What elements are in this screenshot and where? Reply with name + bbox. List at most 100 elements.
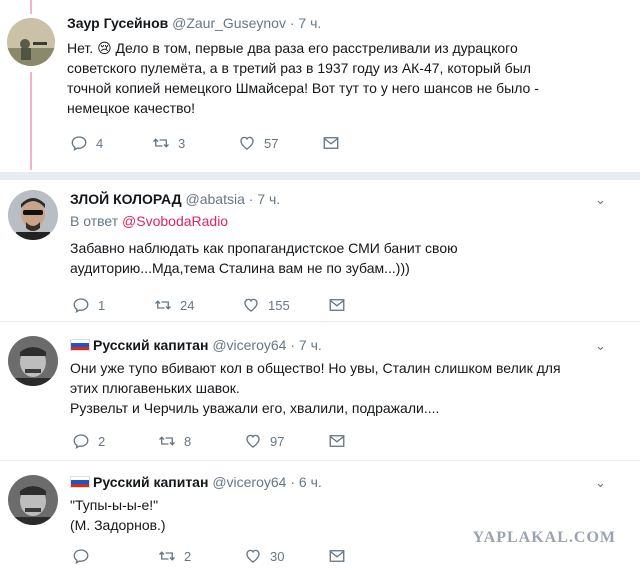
heart-icon <box>240 136 254 150</box>
retweet-button[interactable]: 8 <box>158 432 191 450</box>
conversation-separator <box>0 172 640 180</box>
tweet-text-line: советского пулемёта, а в третий раз в 19… <box>67 60 531 76</box>
retweet-button[interactable]: 2 <box>158 547 191 565</box>
like-button[interactable]: 30 <box>244 547 284 565</box>
retweet-icon <box>159 436 175 446</box>
reply-button[interactable]: 2 <box>72 432 105 450</box>
retweet-count: 2 <box>184 548 192 564</box>
chevron-down-icon[interactable]: ⌄ <box>595 338 606 354</box>
tweet-text-line: Нет. 😢 Дело в том, первые два раза его р… <box>67 40 518 56</box>
reply-button[interactable]: 1 <box>72 296 105 314</box>
tweet-header: Русский капитан @viceroy64 · 7 ч. <box>70 336 322 354</box>
like-count: 57 <box>264 135 279 151</box>
like-count: 97 <box>270 433 285 449</box>
direct-message-button[interactable] <box>322 134 348 152</box>
tweet-3[interactable]: Русский капитан @viceroy64 · 7 ч. ⌄ Они … <box>0 322 640 460</box>
timestamp[interactable]: 6 ч. <box>299 474 322 490</box>
tweet-text-line: аудиторию...Мда,тема Сталина вам не по з… <box>70 260 410 276</box>
author-name[interactable]: ЗЛОЙ КОЛОРАД <box>70 191 182 207</box>
reply-context: В ответ @SvobodaRadio <box>70 212 228 230</box>
russian-flag-icon <box>70 476 90 488</box>
tweet-text-line: этих плюгавеньких шавок. <box>70 380 240 396</box>
heart-icon <box>246 434 260 448</box>
tweet-text-line: Забавно наблюдать как пропагандистское С… <box>70 240 458 256</box>
reply-mention-link[interactable]: @SvobodaRadio <box>122 213 228 229</box>
author-name[interactable]: Русский капитан <box>93 337 208 353</box>
chevron-down-icon[interactable]: ⌄ <box>595 192 606 208</box>
envelope-icon <box>329 550 345 562</box>
envelope-icon <box>329 435 345 447</box>
reply-icon <box>71 136 87 152</box>
direct-message-button[interactable] <box>328 296 354 314</box>
reply-button[interactable]: 4 <box>70 134 103 152</box>
chevron-down-icon[interactable]: ⌄ <box>595 475 606 491</box>
reply-prefix: В ответ <box>70 213 119 229</box>
tweet-text-line: точной копией немецкого Шмайсера! Вот ту… <box>67 80 539 96</box>
retweet-count: 3 <box>178 135 186 151</box>
tweet-text-line: Рузвельт и Черчиль уважали его, хвалили,… <box>70 400 440 416</box>
timestamp[interactable]: 7 ч. <box>299 337 322 353</box>
reply-count: 2 <box>98 433 106 449</box>
retweet-icon <box>159 551 175 561</box>
action-bar: 4 3 57 <box>70 134 370 154</box>
avatar-photo <box>8 190 58 240</box>
russian-flag-icon <box>70 339 90 351</box>
tweet-text: Они уже тупо вбивают кол в общество! Но … <box>70 358 561 418</box>
tweet-header: ЗЛОЙ КОЛОРАД @abatsia · 7 ч. <box>70 190 280 208</box>
author-handle[interactable]: @viceroy64 <box>212 474 286 490</box>
action-bar: 2 8 97 <box>72 432 372 452</box>
author-handle[interactable]: @viceroy64 <box>212 337 286 353</box>
like-count: 155 <box>268 297 290 313</box>
reply-button[interactable] <box>72 547 98 565</box>
heart-icon <box>244 298 258 312</box>
tweet-header: Русский капитан @viceroy64 · 6 ч. <box>70 473 322 491</box>
like-button[interactable]: 155 <box>242 296 290 314</box>
tweet-2[interactable]: ЗЛОЙ КОЛОРАД @abatsia · 7 ч. ⌄ В ответ @… <box>0 180 640 320</box>
avatar[interactable] <box>8 475 58 525</box>
direct-message-button[interactable] <box>328 547 354 565</box>
retweet-button[interactable]: 3 <box>152 134 185 152</box>
tweet-text-line: (М. Задорнов.) <box>70 517 166 533</box>
direct-message-button[interactable] <box>328 432 354 450</box>
separator-dot: · <box>248 191 254 207</box>
like-button[interactable]: 57 <box>238 134 278 152</box>
envelope-icon <box>323 137 339 149</box>
reply-count: 4 <box>96 135 104 151</box>
thread-line <box>30 0 32 14</box>
tweet-text: Нет. 😢 Дело в том, первые два раза его р… <box>67 38 539 118</box>
like-count: 30 <box>270 548 285 564</box>
avatar-photo <box>7 18 55 66</box>
retweet-icon <box>153 138 169 148</box>
author-name[interactable]: Заур Гусейнов <box>67 15 168 31</box>
avatar-photo <box>8 475 58 525</box>
action-bar: 2 30 <box>72 547 372 567</box>
timestamp[interactable]: 7 ч. <box>298 15 321 31</box>
tweet-text-line: Они уже тупо вбивают кол в общество! Но … <box>70 360 561 376</box>
author-handle[interactable]: @abatsia <box>186 191 245 207</box>
separator-dot: · <box>290 337 296 353</box>
retweet-count: 8 <box>184 433 192 449</box>
tweet-text-line: немецкое качество! <box>67 100 196 116</box>
avatar-photo <box>8 336 58 386</box>
tweet-1[interactable]: Заур Гусейнов @Zaur_Guseynov · 7 ч. Нет.… <box>0 0 640 170</box>
envelope-icon <box>329 299 345 311</box>
tweet-header: Заур Гусейнов @Zaur_Guseynov · 7 ч. <box>67 14 321 32</box>
author-name[interactable]: Русский капитан <box>93 474 208 490</box>
reply-icon <box>73 434 89 450</box>
reply-count: 1 <box>98 297 106 313</box>
retweet-count: 24 <box>180 297 195 313</box>
avatar[interactable] <box>8 190 58 240</box>
retweet-button[interactable]: 24 <box>154 296 194 314</box>
action-bar: 1 24 155 <box>72 296 372 316</box>
tweet-4[interactable]: Русский капитан @viceroy64 · 6 ч. ⌄ "Туп… <box>0 461 640 569</box>
avatar[interactable] <box>8 336 58 386</box>
timestamp[interactable]: 7 ч. <box>257 191 280 207</box>
like-button[interactable]: 97 <box>244 432 284 450</box>
tweet-text-line: "Тупы-ы-ы-е!" <box>70 497 159 513</box>
avatar[interactable] <box>7 18 55 66</box>
reply-icon <box>73 549 89 565</box>
author-handle[interactable]: @Zaur_Guseynov <box>172 15 286 31</box>
retweet-icon <box>155 300 171 310</box>
reply-icon <box>73 298 89 314</box>
separator-dot: · <box>289 15 295 31</box>
